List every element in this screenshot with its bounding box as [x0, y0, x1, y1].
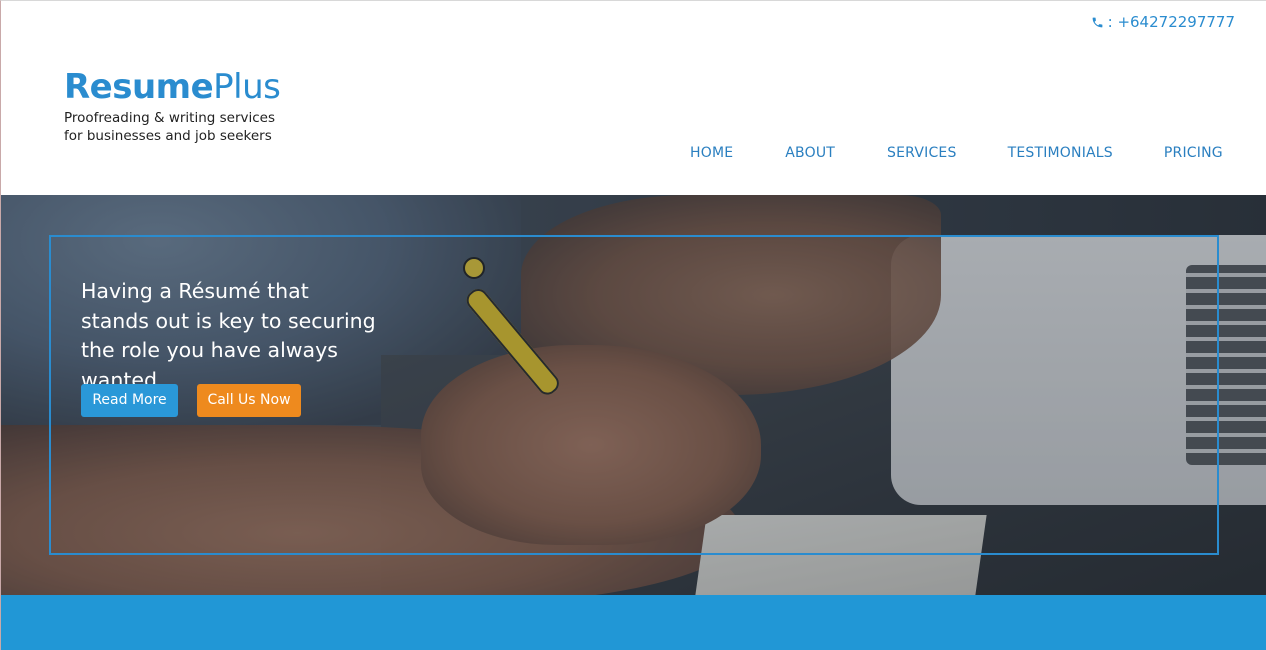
tagline-line-2: for businesses and job seekers [64, 128, 272, 144]
phone-contact[interactable]: : +64272297777 [1091, 13, 1235, 31]
logo-light: Plus [213, 67, 281, 107]
hero-banner: Having a Résumé that stands out is key t… [1, 195, 1266, 595]
main-nav: HOME ABOUT SERVICES TESTIMONIALS PRICING [690, 145, 1223, 161]
logo-bold: Resume [64, 67, 214, 107]
nav-services[interactable]: SERVICES [887, 145, 957, 161]
phone-icon [1092, 17, 1102, 27]
read-more-button[interactable]: Read More [81, 384, 178, 417]
hero-headline: Having a Résumé that stands out is key t… [81, 279, 376, 392]
call-us-now-button[interactable]: Call Us Now [197, 384, 301, 417]
tagline-line-1: Proofreading & writing services [64, 110, 276, 126]
nav-testimonials[interactable]: TESTIMONIALS [1008, 145, 1113, 161]
site-logo[interactable]: ResumePlus [64, 67, 281, 107]
tagline: Proofreading & writing services for busi… [64, 109, 294, 145]
nav-pricing[interactable]: PRICING [1164, 145, 1223, 161]
blue-section-band [1, 595, 1266, 650]
phone-number[interactable]: : +64272297777 [1108, 13, 1235, 31]
site-header: : +64272297777 ResumePlus Proofreading &… [1, 1, 1266, 195]
page: : +64272297777 ResumePlus Proofreading &… [0, 0, 1266, 650]
nav-home[interactable]: HOME [690, 145, 733, 161]
nav-about[interactable]: ABOUT [785, 145, 835, 161]
